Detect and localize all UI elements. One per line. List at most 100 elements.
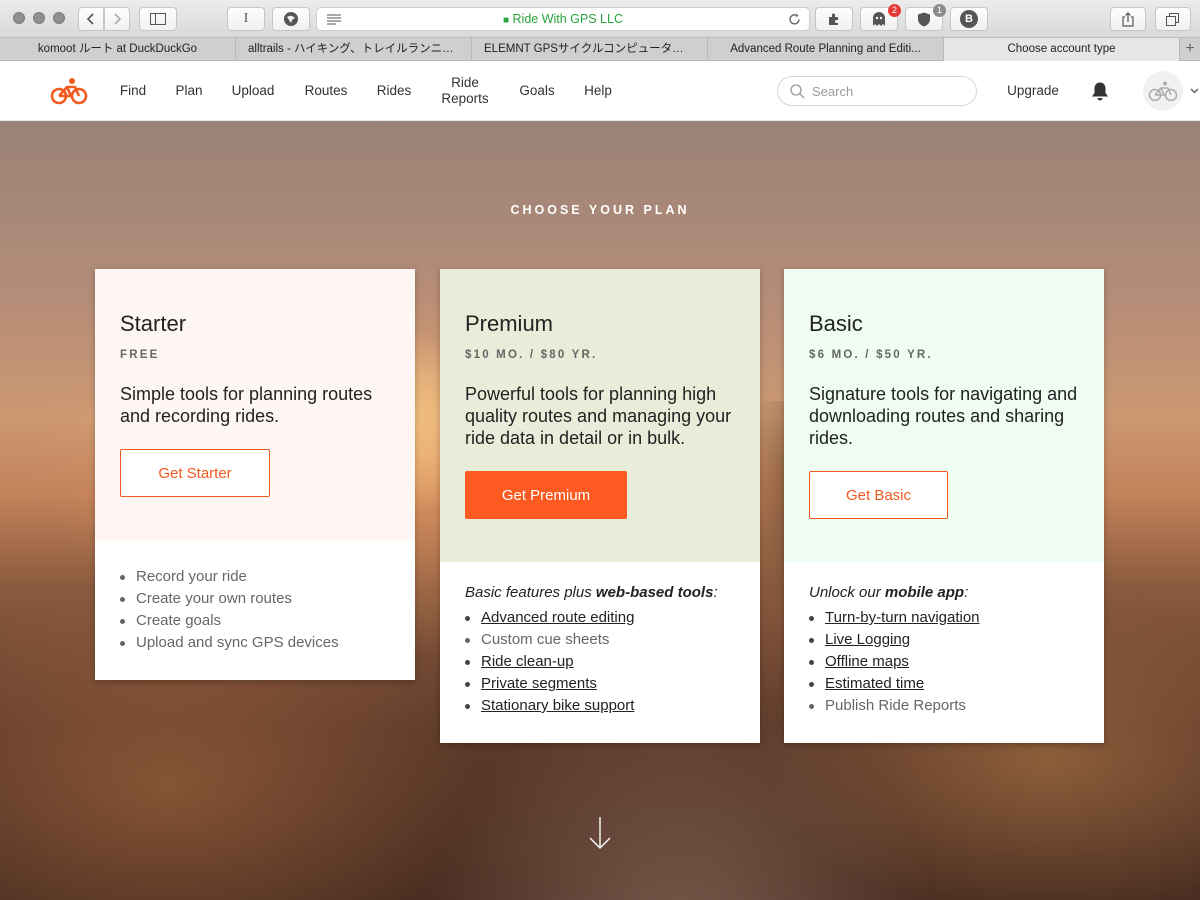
search-box[interactable] — [777, 76, 977, 106]
minimize-window-button[interactable] — [33, 12, 45, 24]
feature-item: Custom cue sheets — [465, 629, 735, 651]
puzzle-extension-button[interactable] — [815, 7, 853, 31]
nav-label: Goals — [519, 83, 555, 98]
share-icon — [1122, 11, 1134, 27]
back-button[interactable] — [78, 7, 104, 31]
tabs-icon — [1166, 12, 1179, 26]
plans-hero: CHOOSE YOUR PLAN Starter FREE Simple too… — [0, 121, 1200, 900]
down-arrow-icon[interactable] — [588, 816, 612, 850]
cursor-extension-button[interactable]: I — [227, 7, 265, 31]
features-intro-text: Unlock our — [809, 584, 885, 601]
features-intro-bold: web-based tools — [595, 584, 714, 601]
feature-item: Publish Ride Reports — [809, 695, 1079, 717]
nav-label: Plan — [175, 83, 203, 98]
plan-description: Simple tools for planning routes and rec… — [120, 384, 373, 426]
browser-tab-active[interactable]: Choose account type — [944, 38, 1180, 61]
notifications-button[interactable] — [1090, 81, 1110, 107]
url-label: Ride With GPS LLC — [512, 12, 623, 26]
feature-link[interactable]: Estimated time — [809, 673, 1079, 695]
plan-description: Powerful tools for planning high quality… — [465, 384, 732, 448]
plan-name: Premium — [465, 311, 554, 336]
feature-item: Upload and sync GPS devices — [120, 632, 390, 654]
feature-item: Create goals — [120, 610, 390, 632]
nav-help[interactable]: Help — [576, 61, 620, 121]
feature-link[interactable]: Advanced route editing — [465, 607, 735, 629]
profile-extension-button[interactable]: B — [950, 7, 988, 31]
ublock-extension-button[interactable]: 1 — [905, 4, 946, 31]
ublock-badge: 1 — [933, 4, 946, 17]
text-cursor-icon: I — [243, 11, 249, 26]
nav-label: Rides — [376, 83, 412, 98]
tabs-overview-button[interactable] — [1155, 7, 1191, 31]
plan-card-starter: Starter FREE Simple tools for planning r… — [95, 269, 415, 680]
plan-description: Signature tools for navigating and downl… — [809, 384, 1078, 448]
plan-card-basic: Basic $6 MO. / $50 YR. Signature tools f… — [784, 269, 1104, 743]
browser-tab-bar: komoot ルート at DuckDuckGo alltrails - ハイキ… — [0, 38, 1200, 61]
nav-label: Find — [119, 83, 147, 98]
plan-features: Record your ride Create your own routes … — [95, 540, 415, 680]
address-bar[interactable]: ■ Ride With GPS LLC — [316, 7, 810, 31]
plan-card-premium: Premium $10 MO. / $80 YR. Powerful tools… — [440, 269, 760, 743]
browser-tab[interactable]: Advanced Route Planning and Editi... — [708, 38, 944, 61]
chevron-right-icon — [114, 13, 122, 25]
browser-tab[interactable]: ELEMNT GPSサイクルコンピュータとRi... — [472, 38, 708, 61]
feature-link[interactable]: Offline maps — [809, 651, 1079, 673]
features-intro: Unlock our mobile app: — [809, 584, 1079, 601]
ghostery-badge: 2 — [888, 4, 901, 17]
features-intro-text: : — [964, 584, 969, 601]
nav-label: Help — [584, 83, 612, 98]
features-intro: Basic features plus web-based tools: — [465, 584, 735, 601]
features-intro-text: : — [713, 584, 718, 601]
nav-rides[interactable]: Rides — [370, 61, 418, 121]
features-intro-text: Basic features plus — [465, 584, 596, 601]
search-input[interactable] — [812, 82, 962, 100]
shield-icon — [918, 12, 930, 26]
nav-plan[interactable]: Plan — [168, 61, 210, 121]
chevron-down-icon[interactable] — [1190, 88, 1199, 94]
site-logo[interactable] — [50, 76, 88, 111]
url-display: ■ Ride With GPS LLC — [317, 12, 809, 26]
nav-goals[interactable]: Goals — [512, 61, 562, 121]
plan-name: Starter — [120, 311, 187, 336]
nav-label: Upload — [231, 83, 275, 98]
plan-card-header: Starter FREE Simple tools for planning r… — [95, 269, 415, 540]
feature-link[interactable]: Stationary bike support — [465, 695, 735, 717]
close-window-button[interactable] — [13, 12, 25, 24]
forward-button[interactable] — [104, 7, 130, 31]
nav-label: Reports — [441, 91, 489, 106]
new-tab-button[interactable]: + — [1180, 38, 1200, 60]
nav-find[interactable]: Find — [110, 61, 156, 121]
ghost-icon — [873, 11, 885, 26]
feature-link[interactable]: Live Logging — [809, 629, 1079, 651]
extension-button[interactable] — [272, 7, 310, 31]
get-starter-button[interactable]: Get Starter — [120, 449, 270, 497]
bicycle-logo-icon — [50, 78, 88, 105]
plan-features: Basic features plus web-based tools: Adv… — [440, 562, 760, 743]
browser-tab[interactable]: komoot ルート at DuckDuckGo — [0, 38, 236, 61]
browser-toolbar: I ■ Ride With GPS LLC 2 1 B — [0, 0, 1200, 38]
nav-upload[interactable]: Upload — [222, 61, 284, 121]
get-basic-button[interactable]: Get Basic — [809, 471, 948, 519]
browser-tab[interactable]: alltrails - ハイキング、トレイルランニング... — [236, 38, 472, 61]
reload-icon[interactable] — [788, 13, 801, 26]
search-icon — [790, 84, 805, 99]
plan-price: $6 MO. / $50 YR. — [809, 349, 933, 361]
avatar[interactable] — [1143, 71, 1183, 111]
sidebar-toggle-button[interactable] — [139, 7, 177, 31]
globe-icon — [284, 12, 298, 26]
feature-link[interactable]: Ride clean-up — [465, 651, 735, 673]
bell-icon — [1092, 82, 1108, 101]
share-button[interactable] — [1110, 7, 1146, 31]
feature-link[interactable]: Turn-by-turn navigation — [809, 607, 1079, 629]
nav-routes[interactable]: Routes — [298, 61, 354, 121]
features-intro-bold: mobile app — [884, 584, 965, 601]
feature-link[interactable]: Private segments — [465, 673, 735, 695]
plan-price: $10 MO. / $80 YR. — [465, 349, 598, 361]
get-premium-button[interactable]: Get Premium — [465, 471, 627, 519]
feature-item: Create your own routes — [120, 588, 390, 610]
ghostery-extension-button[interactable]: 2 — [860, 4, 901, 31]
zoom-window-button[interactable] — [53, 12, 65, 24]
upgrade-link[interactable]: Upgrade — [998, 61, 1068, 121]
nav-ride-reports[interactable]: Ride Reports — [432, 61, 498, 121]
nav-label: Routes — [304, 83, 348, 98]
